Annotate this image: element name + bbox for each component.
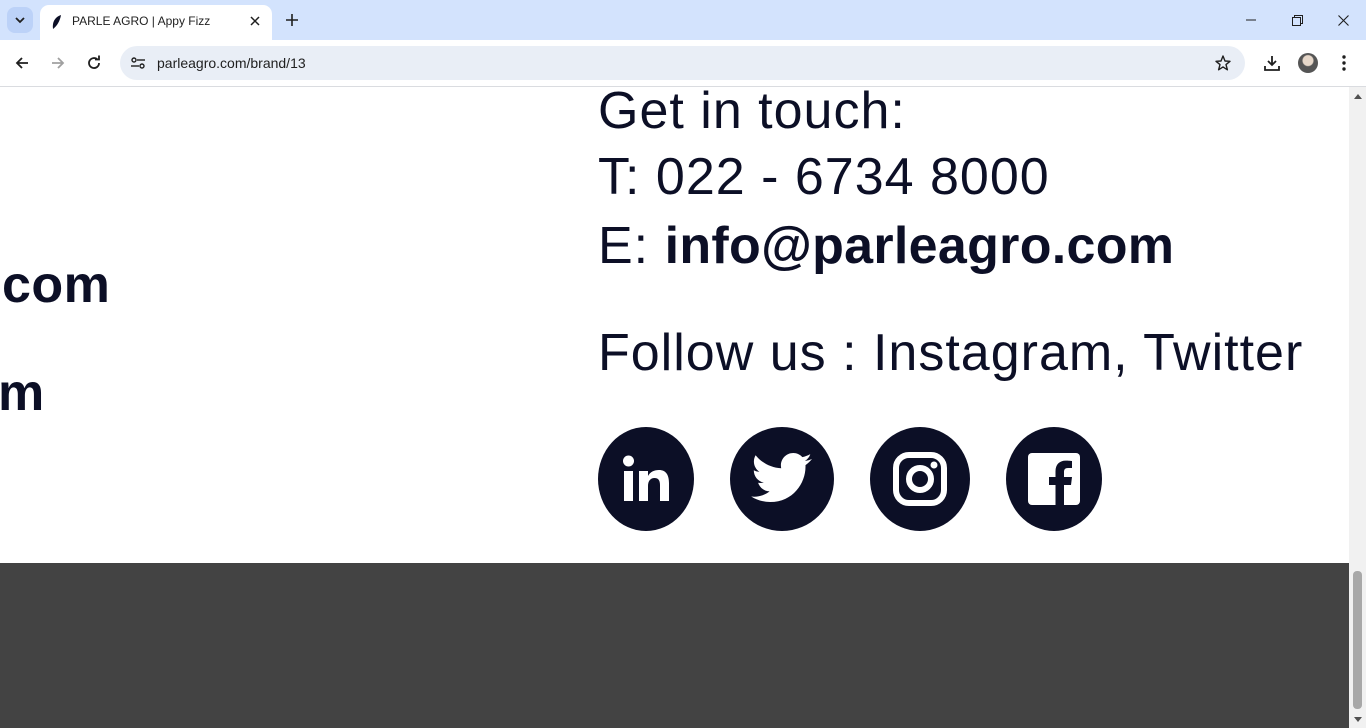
twitter-icon[interactable] xyxy=(730,427,834,531)
phone-line: T: 022 - 6734 8000 xyxy=(598,151,1050,203)
restore-icon xyxy=(1291,14,1303,26)
plus-icon xyxy=(286,14,298,26)
scroll-down-button[interactable] xyxy=(1349,711,1366,728)
phone-number: 022 - 6734 8000 xyxy=(655,148,1050,206)
email-prefix: E: xyxy=(598,217,650,275)
chevron-down-icon xyxy=(15,17,25,24)
address-bar[interactable]: parleagro.com/brand/13 xyxy=(120,46,1245,80)
email-line: E: info@parleagro.com xyxy=(598,220,1174,272)
text-fragment: m xyxy=(0,364,45,422)
arrow-right-icon xyxy=(52,57,65,69)
email-link[interactable]: info@parleagro.com xyxy=(665,217,1175,275)
bookmark-star-icon[interactable] xyxy=(1213,53,1233,73)
browser-toolbar: parleagro.com/brand/13 xyxy=(0,40,1366,87)
caret-down-icon xyxy=(1353,716,1362,722)
menu-button[interactable] xyxy=(1329,48,1359,78)
page-footer xyxy=(0,563,1349,728)
leaf-icon xyxy=(49,14,65,30)
close-tab-button[interactable] xyxy=(246,12,264,30)
close-icon xyxy=(250,16,260,26)
scroll-up-button[interactable] xyxy=(1349,87,1366,104)
kebab-menu-icon xyxy=(1342,55,1346,71)
scrollbar-thumb[interactable] xyxy=(1353,571,1362,709)
facebook-icon[interactable] xyxy=(1006,427,1102,531)
minimize-icon xyxy=(1246,19,1256,21)
reload-icon xyxy=(88,55,100,69)
tab-search-button[interactable] xyxy=(7,7,33,33)
url-text[interactable]: parleagro.com/brand/13 xyxy=(157,55,306,71)
minimize-button[interactable] xyxy=(1228,0,1274,40)
restore-button[interactable] xyxy=(1274,0,1320,40)
arrow-left-icon xyxy=(15,57,28,69)
reload-button[interactable] xyxy=(79,48,109,78)
close-icon xyxy=(1337,14,1349,26)
forward-button[interactable] xyxy=(43,48,73,78)
follow-text: Follow us : Instagram, Twitter xyxy=(598,324,1304,382)
active-tab[interactable]: PARLE AGRO | Appy Fizz xyxy=(40,5,272,40)
tab-strip: PARLE AGRO | Appy Fizz xyxy=(0,0,1366,40)
page-scrollbar[interactable] xyxy=(1349,87,1366,728)
caret-up-icon xyxy=(1353,93,1362,99)
tab-title: PARLE AGRO | Appy Fizz xyxy=(72,14,211,28)
page-viewport: com m Get in touch: T: 022 - 6734 8000 E… xyxy=(0,87,1349,728)
download-icon xyxy=(1264,56,1280,71)
instagram-icon[interactable] xyxy=(870,427,970,531)
site-info-icon[interactable] xyxy=(128,53,148,73)
email-fragment: com xyxy=(2,256,111,314)
new-tab-button[interactable] xyxy=(280,8,304,32)
close-window-button[interactable] xyxy=(1320,0,1366,40)
profile-button[interactable] xyxy=(1293,48,1323,78)
phone-prefix: T: xyxy=(598,148,641,206)
back-button[interactable] xyxy=(7,48,37,78)
downloads-button[interactable] xyxy=(1257,48,1287,78)
linkedin-icon[interactable] xyxy=(598,427,694,531)
avatar xyxy=(1298,53,1318,73)
contact-heading: Get in touch: xyxy=(598,87,906,140)
